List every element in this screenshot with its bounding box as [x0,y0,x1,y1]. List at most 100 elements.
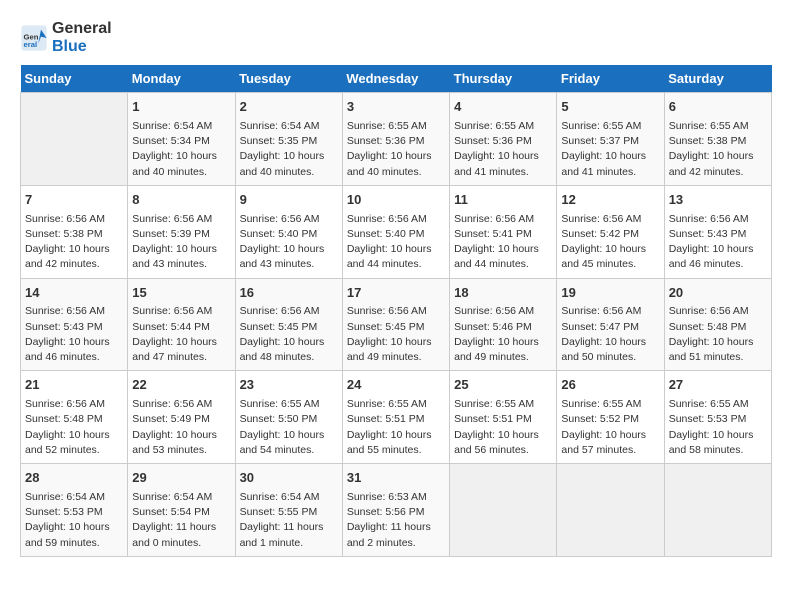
logo: Gen eral General Blue [20,20,112,55]
cell-content: Sunrise: 6:56 AM Sunset: 5:49 PM Dayligh… [132,397,230,458]
calendar-cell [557,464,664,557]
cell-content: Sunrise: 6:56 AM Sunset: 5:47 PM Dayligh… [561,304,659,365]
calendar-cell: 22 Sunrise: 6:56 AM Sunset: 5:49 PM Dayli… [128,371,235,464]
cell-content: Sunrise: 6:55 AM Sunset: 5:37 PM Dayligh… [561,119,659,180]
calendar-cell: 20Sunrise: 6:56 AM Sunset: 5:48 PM Dayli… [664,278,771,371]
calendar-cell: 19Sunrise: 6:56 AM Sunset: 5:47 PM Dayli… [557,278,664,371]
day-number: 24 [347,376,445,395]
logo-line2: Blue [52,38,112,56]
calendar-cell: 28 Sunrise: 6:54 AM Sunset: 5:53 PM Dayli… [21,464,128,557]
page-header: Gen eral General Blue [20,20,772,55]
day-number: 22 [132,376,230,395]
calendar-week-5: 28 Sunrise: 6:54 AM Sunset: 5:53 PM Dayli… [21,464,772,557]
calendar-cell: 6Sunrise: 6:55 AM Sunset: 5:38 PM Daylig… [664,93,771,186]
cell-content: Sunrise: 6:54 AM Sunset: 5:35 PM Dayligh… [240,119,338,180]
calendar-cell [21,93,128,186]
calendar-cell: 25Sunrise: 6:55 AM Sunset: 5:51 PM Dayli… [450,371,557,464]
cell-content: Sunrise: 6:56 AM Sunset: 5:48 PM Dayligh… [669,304,767,365]
day-number: 5 [561,98,659,117]
logo-icon: Gen eral [20,24,48,52]
day-number: 3 [347,98,445,117]
cell-content: Sunrise: 6:55 AM Sunset: 5:36 PM Dayligh… [347,119,445,180]
day-number: 12 [561,191,659,210]
day-number: 15 [132,284,230,303]
calendar-cell: 27 Sunrise: 6:55 AM Sunset: 5:53 PM Dayli… [664,371,771,464]
day-number: 29 [132,469,230,488]
cell-content: Sunrise: 6:55 AM Sunset: 5:52 PM Dayligh… [561,397,659,458]
cell-content: Sunrise: 6:55 AM Sunset: 5:51 PM Dayligh… [347,397,445,458]
day-number: 11 [454,191,552,210]
cell-content: Sunrise: 6:56 AM Sunset: 5:40 PM Dayligh… [347,212,445,273]
calendar-cell: 16Sunrise: 6:56 AM Sunset: 5:45 PM Dayli… [235,278,342,371]
day-number: 7 [25,191,123,210]
calendar-cell: 31 Sunrise: 6:53 AM Sunset: 5:56 PM Dayli… [342,464,449,557]
day-number: 6 [669,98,767,117]
day-number: 26 [561,376,659,395]
calendar-cell: 2Sunrise: 6:54 AM Sunset: 5:35 PM Daylig… [235,93,342,186]
header-monday: Monday [128,65,235,93]
cell-content: Sunrise: 6:53 AM Sunset: 5:56 PM Dayligh… [347,490,445,551]
calendar-header-row: SundayMondayTuesdayWednesdayThursdayFrid… [21,65,772,93]
cell-content: Sunrise: 6:56 AM Sunset: 5:46 PM Dayligh… [454,304,552,365]
calendar-cell: 15Sunrise: 6:56 AM Sunset: 5:44 PM Dayli… [128,278,235,371]
cell-content: Sunrise: 6:56 AM Sunset: 5:40 PM Dayligh… [240,212,338,273]
header-thursday: Thursday [450,65,557,93]
calendar-cell: 10 Sunrise: 6:56 AM Sunset: 5:40 PM Dayli… [342,185,449,278]
cell-content: Sunrise: 6:54 AM Sunset: 5:54 PM Dayligh… [132,490,230,551]
calendar-cell: 30 Sunrise: 6:54 AM Sunset: 5:55 PM Dayli… [235,464,342,557]
calendar-cell: 23Sunrise: 6:55 AM Sunset: 5:50 PM Dayli… [235,371,342,464]
calendar-cell: 9 Sunrise: 6:56 AM Sunset: 5:40 PM Daylig… [235,185,342,278]
cell-content: Sunrise: 6:55 AM Sunset: 5:50 PM Dayligh… [240,397,338,458]
calendar-cell: 21Sunrise: 6:56 AM Sunset: 5:48 PM Dayli… [21,371,128,464]
cell-content: Sunrise: 6:56 AM Sunset: 5:48 PM Dayligh… [25,397,123,458]
calendar-cell: 29 Sunrise: 6:54 AM Sunset: 5:54 PM Dayli… [128,464,235,557]
cell-content: Sunrise: 6:56 AM Sunset: 5:44 PM Dayligh… [132,304,230,365]
cell-content: Sunrise: 6:56 AM Sunset: 5:41 PM Dayligh… [454,212,552,273]
calendar-cell: 26 Sunrise: 6:55 AM Sunset: 5:52 PM Dayli… [557,371,664,464]
day-number: 30 [240,469,338,488]
cell-content: Sunrise: 6:55 AM Sunset: 5:53 PM Dayligh… [669,397,767,458]
calendar-cell [450,464,557,557]
calendar-cell: 8Sunrise: 6:56 AM Sunset: 5:39 PM Daylig… [128,185,235,278]
calendar-cell: 14Sunrise: 6:56 AM Sunset: 5:43 PM Dayli… [21,278,128,371]
cell-content: Sunrise: 6:54 AM Sunset: 5:53 PM Dayligh… [25,490,123,551]
day-number: 27 [669,376,767,395]
day-number: 4 [454,98,552,117]
calendar-cell: 11 Sunrise: 6:56 AM Sunset: 5:41 PM Dayli… [450,185,557,278]
cell-content: Sunrise: 6:56 AM Sunset: 5:38 PM Dayligh… [25,212,123,273]
cell-content: Sunrise: 6:55 AM Sunset: 5:51 PM Dayligh… [454,397,552,458]
day-number: 19 [561,284,659,303]
day-number: 9 [240,191,338,210]
calendar-cell: 3 Sunrise: 6:55 AM Sunset: 5:36 PM Daylig… [342,93,449,186]
cell-content: Sunrise: 6:56 AM Sunset: 5:42 PM Dayligh… [561,212,659,273]
day-number: 20 [669,284,767,303]
cell-content: Sunrise: 6:54 AM Sunset: 5:55 PM Dayligh… [240,490,338,551]
calendar-week-4: 21Sunrise: 6:56 AM Sunset: 5:48 PM Dayli… [21,371,772,464]
calendar-week-1: 1 Sunrise: 6:54 AM Sunset: 5:34 PM Daylig… [21,93,772,186]
cell-content: Sunrise: 6:56 AM Sunset: 5:43 PM Dayligh… [25,304,123,365]
day-number: 31 [347,469,445,488]
day-number: 10 [347,191,445,210]
cell-content: Sunrise: 6:54 AM Sunset: 5:34 PM Dayligh… [132,119,230,180]
calendar-cell: 7 Sunrise: 6:56 AM Sunset: 5:38 PM Daylig… [21,185,128,278]
cell-content: Sunrise: 6:56 AM Sunset: 5:43 PM Dayligh… [669,212,767,273]
calendar-cell: 5 Sunrise: 6:55 AM Sunset: 5:37 PM Daylig… [557,93,664,186]
day-number: 1 [132,98,230,117]
day-number: 28 [25,469,123,488]
calendar-cell: 13 Sunrise: 6:56 AM Sunset: 5:43 PM Dayli… [664,185,771,278]
calendar-table: SundayMondayTuesdayWednesdayThursdayFrid… [20,65,772,557]
cell-content: Sunrise: 6:56 AM Sunset: 5:45 PM Dayligh… [240,304,338,365]
day-number: 18 [454,284,552,303]
header-friday: Friday [557,65,664,93]
calendar-cell: 12 Sunrise: 6:56 AM Sunset: 5:42 PM Dayli… [557,185,664,278]
day-number: 16 [240,284,338,303]
svg-text:eral: eral [24,40,38,49]
logo-line1: General [52,20,112,38]
calendar-cell: 17Sunrise: 6:56 AM Sunset: 5:45 PM Dayli… [342,278,449,371]
calendar-cell: 18Sunrise: 6:56 AM Sunset: 5:46 PM Dayli… [450,278,557,371]
calendar-cell [664,464,771,557]
day-number: 13 [669,191,767,210]
calendar-cell: 4Sunrise: 6:55 AM Sunset: 5:36 PM Daylig… [450,93,557,186]
day-number: 14 [25,284,123,303]
day-number: 17 [347,284,445,303]
